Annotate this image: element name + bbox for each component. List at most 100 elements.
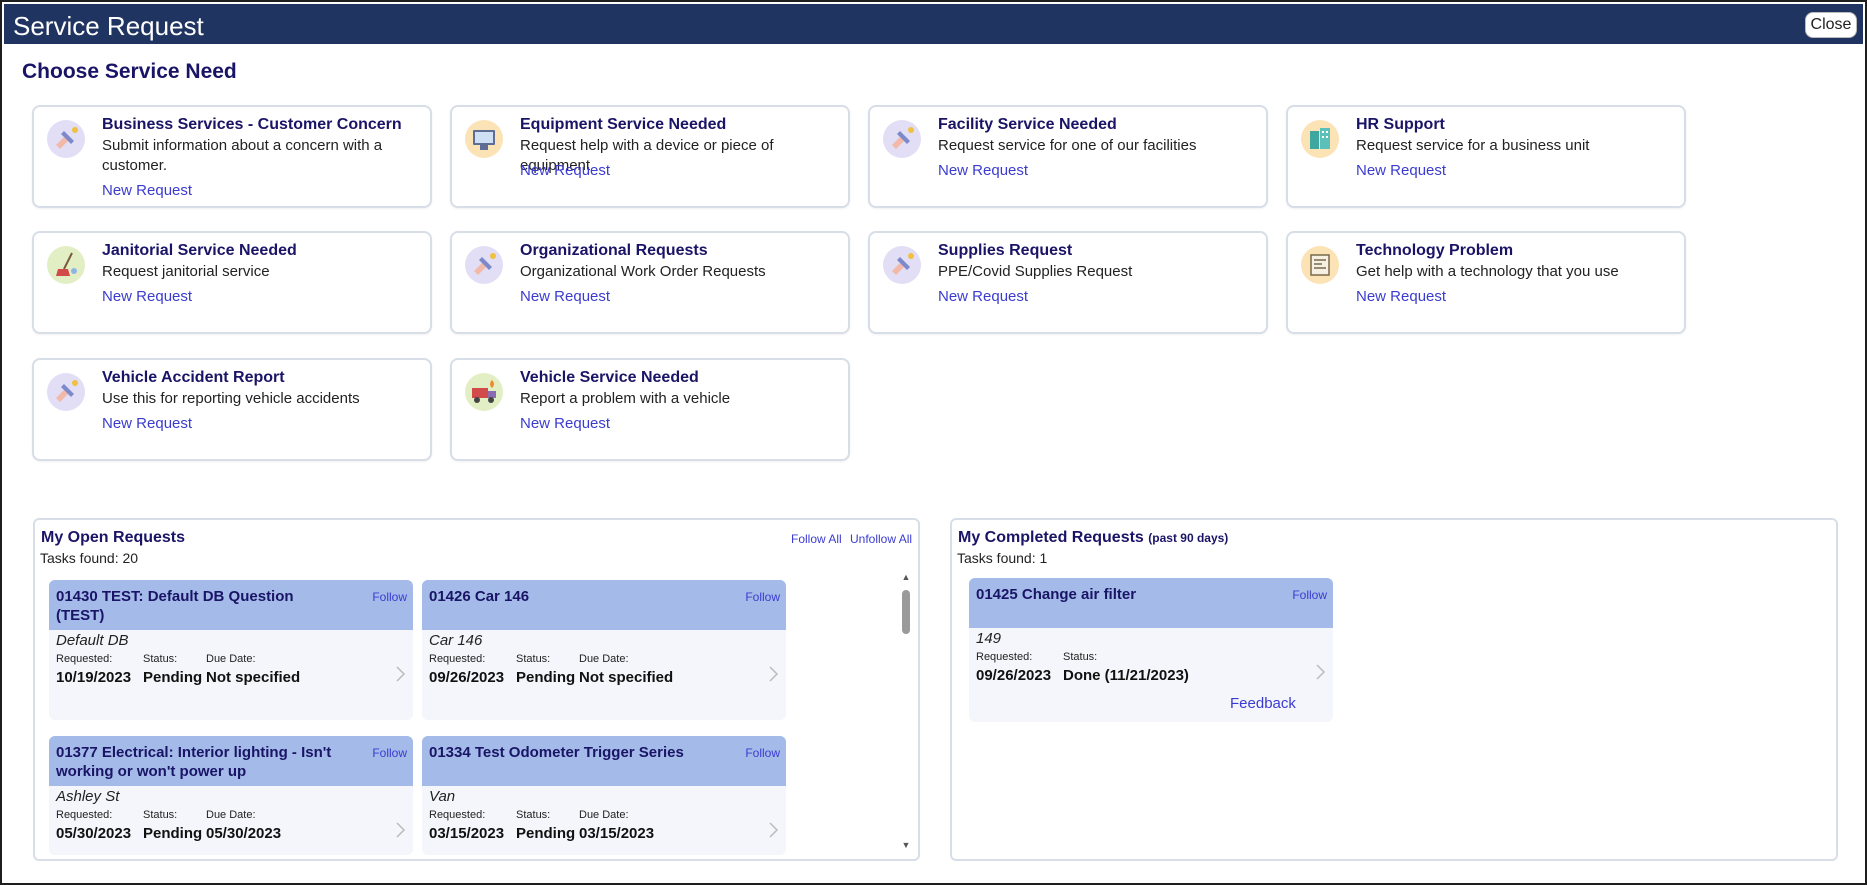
- new-request-link[interactable]: New Request: [1356, 288, 1446, 305]
- follow-link[interactable]: Follow: [1292, 588, 1327, 602]
- chevron-right-icon[interactable]: [393, 664, 407, 684]
- due-date-value: 03/15/2023: [579, 825, 655, 842]
- service-title: Vehicle Service Needed: [520, 369, 699, 386]
- status-value: Pending: [516, 669, 576, 686]
- open-requests-title: My Open Requests: [41, 529, 186, 546]
- service-card-supplies[interactable]: Supplies Request PPE/Covid Supplies Requ…: [868, 231, 1268, 334]
- new-request-link[interactable]: New Request: [1356, 162, 1446, 179]
- title-bar: Service Request Close: [4, 4, 1863, 44]
- service-title: Business Services - Customer Concern: [102, 116, 402, 133]
- due-date-value: 05/30/2023: [206, 825, 282, 842]
- status-value: Done (11/21/2023): [1063, 667, 1189, 684]
- service-card-business-services[interactable]: Business Services - Customer Concern Sub…: [32, 105, 432, 208]
- requested-value: 03/15/2023: [429, 825, 505, 842]
- close-button[interactable]: Close: [1805, 12, 1857, 38]
- service-title: Supplies Request: [938, 242, 1073, 259]
- follow-link[interactable]: Follow: [745, 746, 780, 760]
- wrench-hand-icon: [46, 119, 86, 159]
- open-requests-count: Tasks found: 20: [40, 550, 139, 566]
- service-title: Janitorial Service Needed: [102, 242, 297, 259]
- service-description: Request janitorial service: [102, 263, 270, 280]
- request-subtitle: Car 146: [429, 632, 483, 649]
- due-date-label: Due Date:: [206, 809, 256, 821]
- completed-requests-title-text: My Completed Requests: [958, 529, 1144, 546]
- new-request-link[interactable]: New Request: [938, 288, 1028, 305]
- request-subtitle: Default DB: [56, 632, 129, 649]
- service-title: Vehicle Accident Report: [102, 369, 285, 386]
- due-date-label: Due Date:: [579, 809, 629, 821]
- service-card-organizational[interactable]: Organizational Requests Organizational W…: [450, 231, 850, 334]
- due-date-value: Not specified: [206, 669, 301, 686]
- open-requests-scrollbar[interactable]: ▲ ▼: [900, 572, 912, 850]
- service-description: Request service for a business unit: [1356, 137, 1590, 154]
- scroll-up-arrow-icon[interactable]: ▲: [900, 572, 912, 582]
- chevron-right-icon[interactable]: [393, 820, 407, 840]
- chevron-right-icon[interactable]: [766, 664, 780, 684]
- new-request-link[interactable]: New Request: [102, 182, 192, 199]
- status-label: Status:: [143, 809, 178, 821]
- service-title: HR Support: [1356, 116, 1445, 133]
- follow-link[interactable]: Follow: [372, 590, 407, 604]
- request-card[interactable]: 01425 Change air filter Follow 149 Reque…: [969, 578, 1333, 722]
- window-title: Service Request: [13, 11, 204, 41]
- request-title: 01425 Change air filter: [976, 586, 1137, 603]
- new-request-link[interactable]: New Request: [520, 288, 610, 305]
- service-card-vehicle-service[interactable]: Vehicle Service Needed Report a problem …: [450, 358, 850, 461]
- monitor-icon: [464, 119, 504, 159]
- building-icon: [1300, 119, 1340, 159]
- status-value: Pending: [143, 825, 203, 842]
- chevron-right-icon[interactable]: [1313, 662, 1327, 682]
- new-request-link[interactable]: New Request: [938, 162, 1028, 179]
- scroll-down-arrow-icon[interactable]: ▼: [900, 840, 912, 850]
- service-card-vehicle-accident[interactable]: Vehicle Accident Report Use this for rep…: [32, 358, 432, 461]
- service-card-equipment[interactable]: Equipment Service Needed Request help wi…: [450, 105, 850, 208]
- requested-value: 09/26/2023: [976, 667, 1052, 684]
- section-title: Choose Service Need: [22, 60, 237, 83]
- due-date-label: Due Date:: [579, 653, 629, 665]
- service-card-technology[interactable]: Technology Problem Get help with a techn…: [1286, 231, 1686, 334]
- request-subtitle: Van: [429, 788, 456, 805]
- wrench-hand-icon: [882, 245, 922, 285]
- follow-link[interactable]: Follow: [745, 590, 780, 604]
- truck-icon: [464, 372, 504, 412]
- request-title: 01334 Test Odometer Trigger Series: [429, 744, 684, 761]
- completed-requests-title-suffix: (past 90 days): [1148, 531, 1229, 545]
- new-request-link[interactable]: New Request: [520, 415, 610, 432]
- feedback-link[interactable]: Feedback: [1230, 695, 1296, 712]
- scrollbar-thumb[interactable]: [902, 590, 910, 634]
- request-title: 01430 TEST: Default DB Question (TEST): [56, 588, 294, 624]
- unfollow-all-link[interactable]: Unfollow All: [850, 532, 912, 546]
- request-card[interactable]: 01426 Car 146 Follow Car 146 Requested: …: [422, 580, 786, 720]
- status-value: Pending: [143, 669, 203, 686]
- requested-label: Requested:: [976, 651, 1033, 663]
- follow-all-link[interactable]: Follow All: [791, 532, 842, 546]
- follow-link[interactable]: Follow: [372, 746, 407, 760]
- request-title: 01377 Electrical: Interior lighting - Is…: [56, 744, 332, 780]
- requested-value: 05/30/2023: [56, 825, 132, 842]
- completed-requests-title: My Completed Requests (past 90 days): [958, 529, 1228, 547]
- service-card-janitorial[interactable]: Janitorial Service Needed Request janito…: [32, 231, 432, 334]
- service-description: Organizational Work Order Requests: [520, 263, 766, 280]
- service-card-facility[interactable]: Facility Service Needed Request service …: [868, 105, 1268, 208]
- request-title: 01426 Car 146: [429, 588, 530, 605]
- due-date-value: Not specified: [579, 669, 674, 686]
- request-card[interactable]: 01334 Test Odometer Trigger Series Follo…: [422, 736, 786, 855]
- completed-requests-count: Tasks found: 1: [957, 550, 1048, 566]
- new-request-link[interactable]: New Request: [102, 288, 192, 305]
- wrench-hand-icon: [464, 245, 504, 285]
- wrench-hand-icon: [882, 119, 922, 159]
- requested-label: Requested:: [56, 809, 113, 821]
- requested-value: 10/19/2023: [56, 669, 132, 686]
- broom-icon: [46, 245, 86, 285]
- status-label: Status:: [1063, 651, 1098, 663]
- service-card-hr-support[interactable]: HR Support Request service for a busines…: [1286, 105, 1686, 208]
- service-title: Technology Problem: [1356, 242, 1514, 259]
- request-card[interactable]: 01430 TEST: Default DB Question (TEST) F…: [49, 580, 413, 720]
- completed-requests-panel: My Completed Requests (past 90 days) Tas…: [950, 518, 1838, 861]
- new-request-link[interactable]: New Request: [102, 415, 192, 432]
- requested-label: Requested:: [429, 809, 486, 821]
- wrench-hand-icon: [46, 372, 86, 412]
- request-card[interactable]: 01377 Electrical: Interior lighting - Is…: [49, 736, 413, 855]
- new-request-link[interactable]: New Request: [520, 162, 610, 179]
- chevron-right-icon[interactable]: [766, 820, 780, 840]
